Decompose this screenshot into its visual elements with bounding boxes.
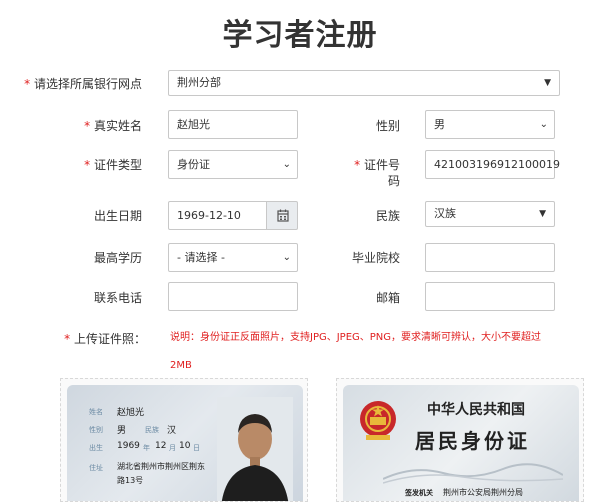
birth-date-input[interactable]: 1969-12-10 — [168, 201, 267, 230]
chevron-down-icon: ⌄ — [282, 159, 291, 170]
upload-label: * 上传证件照： — [40, 331, 146, 347]
id-front-name-label: 姓名 — [89, 408, 103, 416]
school-input[interactable] — [425, 243, 555, 272]
id-back-card-title: 居民身份证 — [415, 429, 530, 453]
required-mark: * — [24, 77, 31, 91]
id-front-nation: 汉 — [167, 426, 177, 436]
bank-label: * 请选择所属银行网点 — [20, 76, 142, 92]
national-emblem-icon — [360, 401, 396, 440]
bank-select[interactable]: 荆州分部 ▼ — [168, 70, 560, 96]
required-mark: * — [84, 119, 91, 133]
email-input[interactable] — [425, 282, 555, 311]
id-front-addr-line1: 湖北省荆州市荆州区荆东 — [117, 462, 205, 471]
id-back-upload[interactable]: 中华人民共和国 居民身份证 签发机关 荆州市公安局荆州分局 — [336, 378, 584, 502]
id-front-month-unit: 月 — [169, 444, 176, 452]
gender-select[interactable]: 男 ⌄ — [425, 110, 555, 139]
portrait-photo — [217, 397, 293, 501]
education-select[interactable]: - 请选择 - ⌄ — [168, 243, 298, 272]
id-front-birth-day: 10 — [179, 441, 191, 451]
required-mark: * — [84, 158, 91, 172]
chevron-down-icon: ⌄ — [282, 252, 291, 263]
ethnicity-select[interactable]: 汉族 ▼ — [425, 201, 555, 227]
bank-select-value: 荆州分部 — [177, 76, 221, 89]
id-front-addr-label: 住址 — [89, 464, 103, 472]
phone-input[interactable] — [168, 282, 298, 311]
id-type-label: * 证件类型 — [40, 157, 142, 173]
id-back-country: 中华人民共和国 — [427, 402, 525, 418]
id-card-front-photo: 姓名 赵旭光 性别 男 民族 汉 出生 1969 年 12 月 10 日 住址 … — [67, 385, 303, 501]
name-label: * 真实姓名 — [40, 118, 142, 134]
id-front-nation-label: 民族 — [145, 426, 159, 434]
id-number-label-line2: 码 — [387, 174, 400, 188]
caret-down-icon: ▼ — [539, 209, 546, 219]
education-label: 最高学历 — [93, 251, 142, 265]
id-front-sex: 男 — [117, 426, 127, 436]
id-number-label: * 证件号 — [340, 157, 400, 173]
required-mark: * — [354, 158, 361, 172]
id-front-birth-month: 12 — [155, 441, 167, 451]
id-front-upload[interactable]: 姓名 赵旭光 性别 男 民族 汉 出生 1969 年 12 月 10 日 住址 … — [60, 378, 308, 502]
id-number-input-value: 421003196912100019 — [434, 158, 560, 171]
id-type-select[interactable]: 身份证 ⌄ — [168, 150, 298, 179]
calendar-button[interactable] — [266, 201, 298, 230]
great-wall-pattern — [383, 463, 563, 484]
education-select-value: - 请选择 - — [177, 251, 225, 264]
gender-select-value: 男 — [434, 118, 445, 131]
ethnicity-select-value: 汉族 — [434, 207, 456, 220]
name-input-value: 赵旭光 — [177, 118, 210, 131]
chevron-down-icon: ⌄ — [539, 119, 548, 130]
phone-label: 联系电话 — [93, 291, 142, 305]
id-card-back-photo: 中华人民共和国 居民身份证 签发机关 荆州市公安局荆州分局 — [343, 385, 579, 501]
id-front-day-unit: 日 — [193, 444, 200, 452]
id-type-label-text: 证件类型 — [93, 158, 142, 172]
upload-hint-line2: 2MB — [170, 360, 192, 371]
ethnicity-label: 民族 — [375, 209, 400, 223]
upload-label-text: 上传证件照： — [73, 332, 146, 346]
id-type-select-value: 身份证 — [177, 158, 210, 171]
id-front-birth-label: 出生 — [89, 444, 103, 452]
calendar-icon — [277, 209, 289, 222]
bank-label-text: 请选择所属银行网点 — [33, 77, 142, 91]
id-front-sex-label: 性别 — [89, 426, 103, 434]
caret-down-icon: ▼ — [544, 78, 551, 88]
id-front-name: 赵旭光 — [117, 408, 145, 418]
name-input[interactable]: 赵旭光 — [168, 110, 298, 139]
gender-label: 性别 — [375, 119, 400, 133]
required-mark: * — [64, 332, 71, 346]
id-back-authority: 荆州市公安局荆州分局 — [443, 488, 523, 497]
birth-date-value: 1969-12-10 — [177, 209, 241, 222]
school-label: 毕业院校 — [351, 251, 400, 265]
id-front-birth-year: 1969 — [117, 441, 140, 451]
id-number-input[interactable]: 421003196912100019 — [425, 150, 560, 179]
email-label: 邮箱 — [375, 291, 400, 305]
id-front-addr-line2: 路13号 — [117, 476, 144, 485]
page-title: 学习者注册 — [222, 18, 378, 53]
id-back-authority-label: 签发机关 — [405, 489, 433, 497]
id-front-year-unit: 年 — [143, 444, 150, 452]
id-number-label-line1: 证件号 — [363, 158, 400, 172]
upload-hint: 说明：身份证正反面照片，支持JPG、JPEG、PNG，要求清晰可辨认，大小不要超… — [170, 332, 542, 343]
birth-label: 出生日期 — [93, 209, 142, 223]
name-label-text: 真实姓名 — [93, 119, 142, 133]
